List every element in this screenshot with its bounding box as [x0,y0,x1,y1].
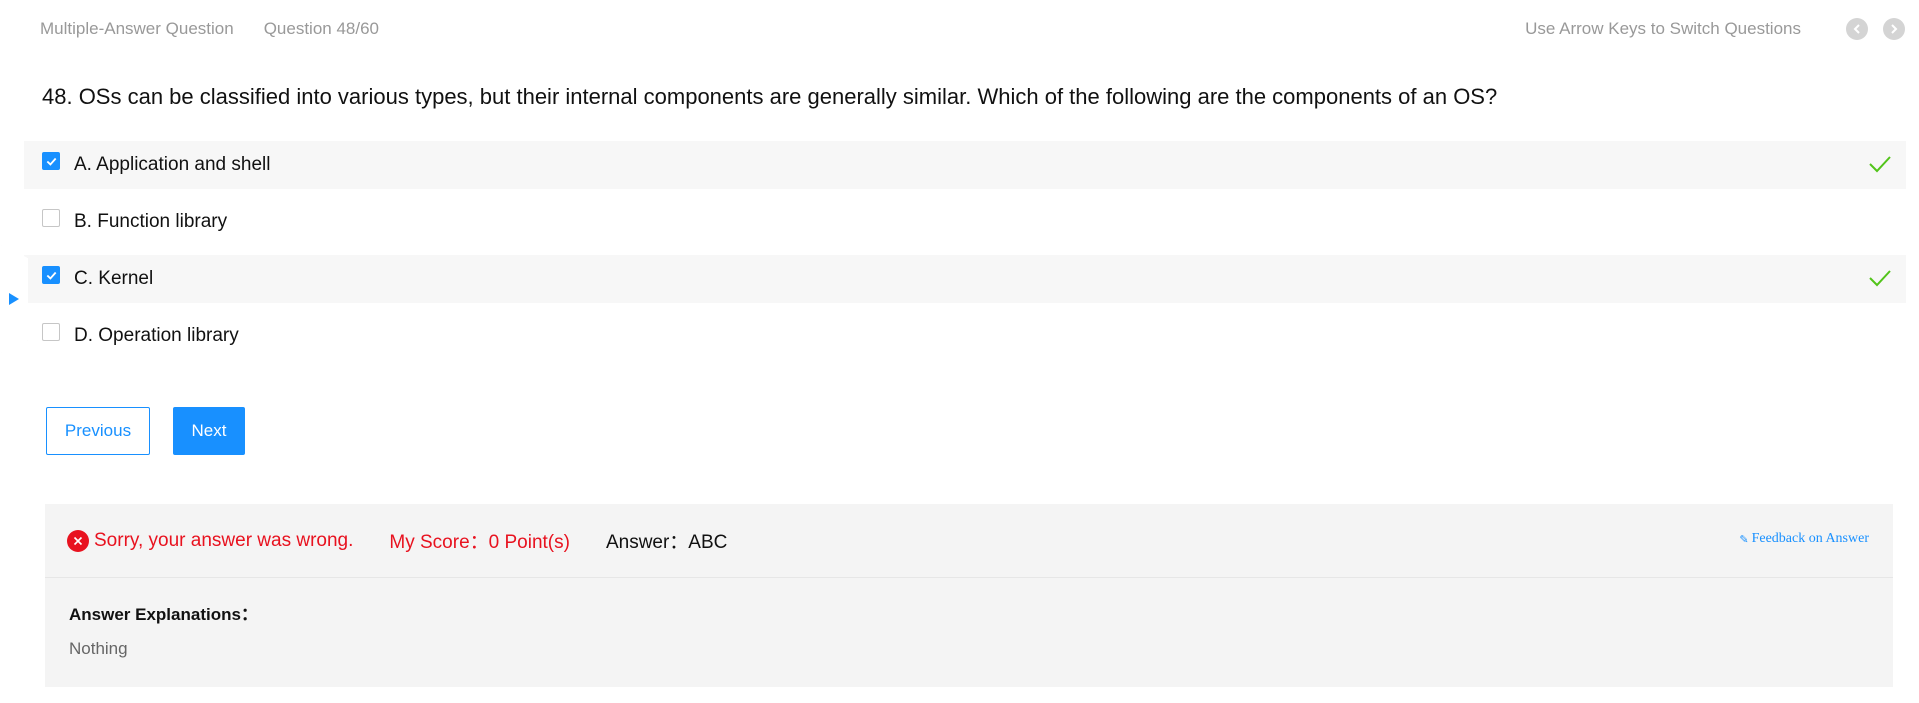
option-d-label: D. Operation library [74,325,239,346]
top-bar: Multiple-Answer Question Question 48/60 … [40,16,1905,42]
result-summary: Sorry, your answer was wrong. My Score：0… [45,504,1893,578]
answer-options: A. Application and shell B. Function lib… [24,141,1906,369]
prev-question-button[interactable] [1846,18,1868,40]
question-info: Multiple-Answer Question Question 48/60 [40,19,379,39]
option-a[interactable]: A. Application and shell [24,141,1906,189]
explanation-title: Answer Explanations： [69,605,258,624]
option-b-checkbox[interactable] [42,209,60,227]
quiz-page: Multiple-Answer Question Question 48/60 … [0,0,1919,703]
question-counter: Question 48/60 [263,19,380,38]
answer-explanation: Answer Explanations： Nothing [45,578,1893,659]
correct-check-icon [1869,156,1891,173]
checkmark-icon [46,157,56,166]
question-navigation: Use Arrow Keys to Switch Questions [1525,18,1905,40]
close-circle-icon [67,529,89,552]
chevron-right-icon [1891,24,1898,34]
previous-button[interactable]: Previous [46,407,150,455]
question-text: 48. OSs can be classified into various t… [42,84,1498,109]
keyboard-hint: Use Arrow Keys to Switch Questions [1525,19,1801,38]
caret-right-icon [9,293,19,305]
correct-answer: Answer：ABC [605,532,728,553]
next-question-button[interactable] [1883,18,1905,40]
my-score: My Score：0 Point(s) [389,532,570,553]
chevron-left-icon [1853,24,1860,34]
explanation-body: Nothing [69,639,128,658]
result-status: Sorry, your answer was wrong. [94,529,354,551]
option-d[interactable]: D. Operation library [24,312,1906,360]
option-b[interactable]: B. Function library [24,198,1906,246]
option-c-checkbox[interactable] [42,266,60,284]
option-a-label: A. Application and shell [74,154,271,175]
button-row: Previous Next [46,407,245,455]
option-d-checkbox[interactable] [42,323,60,341]
side-panel-toggle[interactable] [0,245,28,353]
edit-icon: ✎ [1739,533,1749,546]
feedback-link[interactable]: ✎ Feedback on Answer [1739,531,1869,547]
option-c[interactable]: C. Kernel [24,255,1906,303]
next-button[interactable]: Next [173,407,245,455]
option-a-checkbox[interactable] [42,152,60,170]
option-c-label: C. Kernel [74,268,154,289]
feedback-label: Feedback on Answer [1751,531,1869,546]
correct-check-icon [1869,270,1891,287]
checkmark-icon [46,271,56,280]
question-type: Multiple-Answer Question [40,19,234,38]
option-b-label: B. Function library [74,211,228,232]
result-panel: Sorry, your answer was wrong. My Score：0… [45,504,1893,687]
